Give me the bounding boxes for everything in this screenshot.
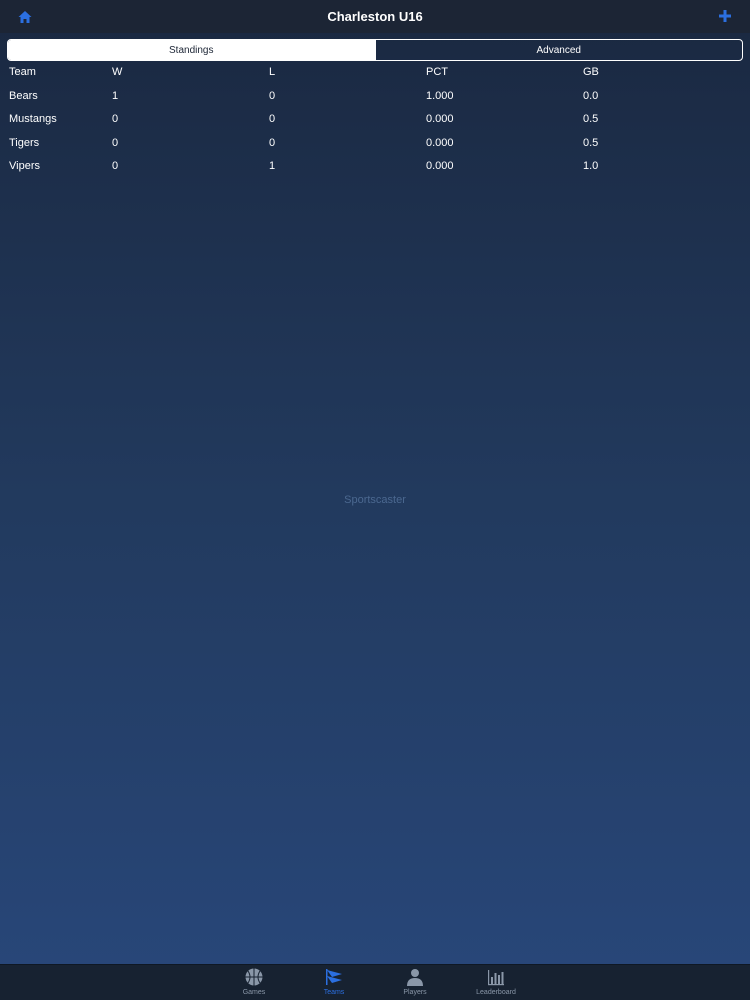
team-wins: 0: [112, 160, 119, 172]
tab-teams[interactable]: Teams: [299, 967, 369, 1000]
table-row[interactable]: Tigers 0 0 0.000 0.5: [0, 133, 750, 157]
team-name: Mustangs: [9, 113, 57, 125]
navigation-bar: Charleston U16: [0, 0, 750, 33]
team-wins: 0: [112, 113, 119, 125]
team-name: Tigers: [9, 136, 40, 149]
tab-leaderboard-label: Leaderboard: [476, 989, 516, 996]
table-row[interactable]: Mustangs 0 0 0.000 0.5: [0, 109, 750, 133]
team-losses: 1: [269, 160, 276, 172]
team-wins: 0: [112, 136, 119, 149]
plus-icon[interactable]: [718, 9, 732, 23]
team-losses: 0: [269, 136, 276, 149]
table-header-row: Team W L PCT GB: [0, 62, 750, 86]
tab-players[interactable]: Players: [380, 967, 450, 1000]
team-pct: 1.000: [426, 89, 454, 102]
table-row[interactable]: Vipers 0 1 0.000 1.0: [0, 156, 750, 180]
segment-advanced[interactable]: Advanced: [374, 40, 743, 60]
standings-table: Team W L PCT GB Bears 1 0 1.000 0.0 Must…: [0, 62, 750, 180]
tab-games[interactable]: Games: [219, 967, 289, 1000]
team-gb: 1.0: [583, 160, 599, 172]
team-pct: 0.000: [426, 160, 454, 172]
team-gb: 0.5: [583, 136, 599, 149]
team-gb: 0.0: [583, 89, 599, 102]
player-icon: [407, 969, 423, 986]
header-losses: L: [269, 66, 276, 78]
table-row[interactable]: Bears 1 0 1.000 0.0: [0, 86, 750, 110]
team-pct: 0.000: [426, 136, 454, 149]
tab-leaderboard[interactable]: Leaderboard: [461, 967, 531, 1000]
page-title: Charleston U16: [327, 9, 423, 24]
tab-bar: Games Teams Players Leaderboard: [0, 964, 750, 1000]
standings-segmented-control: Standings Advanced: [7, 39, 743, 61]
basketball-icon: [245, 968, 263, 986]
pennant-icon: [326, 969, 342, 985]
header-gb: GB: [583, 66, 599, 78]
home-icon[interactable]: [17, 9, 33, 25]
team-pct: 0.000: [426, 113, 454, 125]
tab-players-label: Players: [403, 989, 427, 996]
team-gb: 0.5: [583, 113, 599, 125]
segment-standings[interactable]: Standings: [8, 40, 375, 60]
header-team: Team: [9, 66, 36, 78]
team-losses: 0: [269, 113, 276, 125]
team-name: Vipers: [9, 160, 40, 172]
team-name: Bears: [9, 89, 38, 102]
bar-chart-icon: [488, 970, 504, 986]
watermark-text: Sportscaster: [344, 494, 406, 506]
team-wins: 1: [112, 89, 119, 102]
team-losses: 0: [269, 89, 276, 102]
header-wins: W: [112, 66, 123, 78]
tab-games-label: Games: [242, 989, 266, 996]
tab-teams-label: Teams: [323, 989, 345, 996]
header-pct: PCT: [426, 66, 448, 78]
